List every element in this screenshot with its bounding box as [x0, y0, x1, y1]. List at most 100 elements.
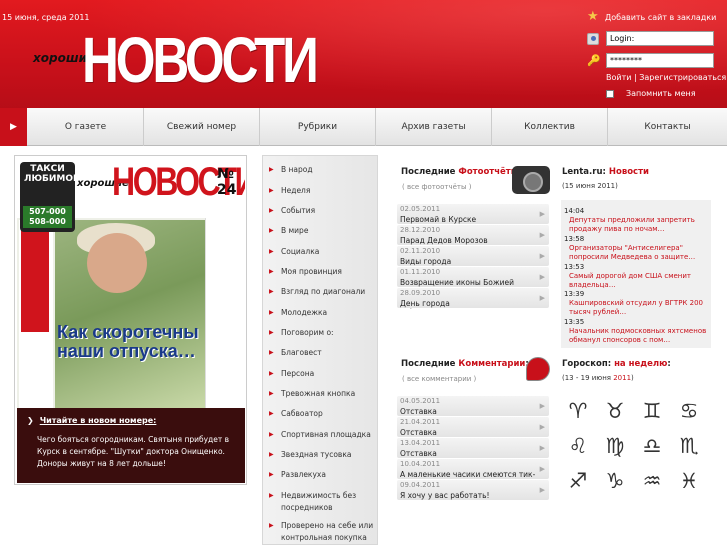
horoscope-title-link[interactable]: на неделю	[614, 359, 667, 369]
row-date: 09.04.2011	[400, 481, 441, 489]
row-date: 02.11.2010	[400, 247, 441, 255]
row-title[interactable]: Отставка	[400, 449, 437, 458]
zodiac-sign-icon[interactable]: ♍	[602, 433, 628, 459]
rubric-item[interactable]: Молодежка	[263, 307, 377, 319]
nav-rubrics[interactable]: Рубрики	[260, 108, 376, 146]
remember-me[interactable]: Запомнить меня	[606, 89, 696, 98]
rubric-item[interactable]: Моя провинция	[263, 266, 377, 278]
lenta-news-item[interactable]: 13:58 Организаторы "Антиселигера" попроси…	[564, 235, 708, 262]
nav-contacts[interactable]: Контакты	[608, 108, 727, 146]
rubric-item[interactable]: Персона	[263, 368, 377, 380]
photos-row[interactable]: 02.05.2011 Первомай в Курске ▶	[397, 204, 549, 224]
rubric-item[interactable]: Неделя	[263, 185, 377, 197]
rubric-item[interactable]: Взгляд по диагонали	[263, 286, 377, 298]
lenta-news-item[interactable]: 13:35 Начальник подмосковных яхтсменов об…	[564, 318, 708, 345]
lenta-text[interactable]: Кашпировский отсудил у ВГТРК 200 тысяч р…	[564, 299, 708, 317]
rubric-item[interactable]: Социалка	[263, 246, 377, 258]
nav-fresh-issue[interactable]: Свежий номер	[144, 108, 260, 146]
rubric-item[interactable]: События	[263, 205, 377, 217]
rubric-item[interactable]: Звездная тусовка	[263, 449, 377, 461]
photos-row[interactable]: 28.09.2010 День города ▶	[397, 288, 549, 308]
all-comments-link[interactable]: ( все комментарии )	[398, 374, 520, 384]
zodiac-sign-icon[interactable]: ♐	[565, 468, 591, 494]
zodiac-sign-icon[interactable]: ♓	[676, 468, 702, 494]
zodiac-sign-icon[interactable]: ♈	[565, 398, 591, 424]
rubric-item[interactable]: Поговорим о:	[263, 327, 377, 339]
photos-row[interactable]: 28.12.2010 Парад Дедов Морозов ▶	[397, 225, 549, 245]
logo-big-text: НОВОСТИ	[82, 24, 319, 96]
row-title[interactable]: Первомай в Курске	[400, 215, 476, 224]
remember-checkbox[interactable]	[606, 89, 614, 98]
rubric-item[interactable]: Тревожная кнопка	[263, 388, 377, 400]
newspaper-cover-image[interactable]: хорошие НОВОСТИ № 24 ТАКСИ ЛЮБИМОЕ 507-0…	[17, 158, 245, 408]
comments-title: Последние Комментарии:	[401, 359, 529, 369]
nav-arrow-icon[interactable]: ▶	[0, 108, 27, 146]
site-header: 15 июня, среда 2011 хорошие НОВОСТИ ★ До…	[0, 0, 727, 112]
zodiac-sign-icon[interactable]: ♎	[639, 433, 665, 459]
lenta-text[interactable]: Депутаты предложили запретить продажу пи…	[564, 216, 708, 234]
zodiac-sign-icon[interactable]: ♉	[602, 398, 628, 424]
lenta-news-item[interactable]: 13:53 Самый дорогой дом США сменит владел…	[564, 263, 708, 290]
photos-row[interactable]: 02.11.2010 Виды города ▶	[397, 246, 549, 266]
row-title[interactable]: День города	[400, 299, 450, 308]
comments-row[interactable]: 21.04.2011 Отставка ▶	[397, 417, 549, 437]
comments-title-link[interactable]: Комментарии	[458, 359, 525, 369]
all-photos-link[interactable]: ( все фотоотчёты )	[398, 182, 510, 192]
row-title[interactable]: Парад Дедов Морозов	[400, 236, 488, 245]
zodiac-sign-icon[interactable]: ♋	[676, 398, 702, 424]
register-link[interactable]: Зарегистрироваться	[639, 73, 726, 82]
taxi-ad: ТАКСИ ЛЮБИМОЕ 507-000 508-000	[20, 162, 79, 232]
rubric-item[interactable]: Спортивная площадка	[263, 429, 377, 441]
photos-title: Последние Фотоотчёты:	[401, 167, 522, 177]
photos-title-link[interactable]: Фотоотчёты	[458, 167, 518, 177]
nav-about[interactable]: О газете	[28, 108, 144, 146]
zodiac-sign-icon[interactable]: ♑	[602, 468, 628, 494]
row-title[interactable]: Отставка	[400, 428, 437, 437]
row-title[interactable]: Я хочу у вас работать!	[400, 491, 490, 500]
zodiac-sign-icon[interactable]: ♌	[565, 433, 591, 459]
login-field[interactable]	[606, 31, 714, 46]
new-issue-summary: Чего бояться огородникам. Святыня прибуд…	[37, 435, 230, 468]
rubric-item[interactable]: Сабвоатор	[263, 408, 377, 420]
login-link[interactable]: Войти	[606, 73, 631, 82]
password-field[interactable]	[606, 53, 714, 68]
lenta-news-item[interactable]: 13:39 Кашпировский отсудил у ВГТРК 200 ты…	[564, 290, 708, 317]
lenta-title-link[interactable]: Новости	[609, 167, 649, 177]
comments-row[interactable]: 10.04.2011 А маленькие часики смеются тик…	[397, 459, 549, 490]
site-logo[interactable]: хорошие НОВОСТИ	[30, 28, 319, 96]
lenta-time: 13:58	[564, 235, 585, 243]
row-title[interactable]: Виды города	[400, 257, 451, 266]
row-title[interactable]: Отставка	[400, 407, 437, 416]
chevron-right-icon: ▶	[539, 465, 545, 473]
chevron-right-icon: ▶	[539, 444, 545, 452]
rubric-item[interactable]: Развлекуха	[263, 469, 377, 481]
zodiac-sign-icon[interactable]: ♊	[639, 398, 665, 424]
add-bookmark-link[interactable]: ★ Добавить сайт в закладки	[587, 10, 716, 23]
lenta-news-item[interactable]: 14:04 Депутаты предложили запретить прода…	[564, 207, 708, 234]
lenta-text[interactable]: Самый дорогой дом США сменит владельца…	[564, 272, 708, 290]
nav-team[interactable]: Коллектив	[492, 108, 608, 146]
chevron-right-icon: ▶	[539, 210, 545, 218]
new-issue-teaser: Читайте в новом номере: Чего бояться ого…	[17, 408, 245, 483]
photos-row[interactable]: 01.11.2010Возвращение иконы Божией Матер…	[397, 267, 549, 309]
chevron-right-icon: ▶	[539, 273, 545, 281]
lenta-text[interactable]: Организаторы "Антиселигера" попросили Ме…	[564, 244, 708, 262]
comments-row[interactable]: 04.05.2011 Отставка ▶	[397, 396, 549, 416]
zodiac-sign-icon[interactable]: ♏	[676, 433, 702, 459]
lenta-time: 13:35	[564, 318, 585, 326]
comments-row[interactable]: 13.04.2011 Отставка ▶	[397, 438, 549, 458]
lenta-text[interactable]: Начальник подмосковных яхтсменов обманул…	[564, 327, 708, 345]
rubrics-sidebar: В народ Неделя События В мире Социалка Моя пр…	[262, 155, 378, 545]
rubric-item[interactable]: В мире	[263, 225, 377, 237]
nav-archive[interactable]: Архив газеты	[376, 108, 492, 146]
rubric-item[interactable]: В народ	[263, 164, 377, 176]
comments-row[interactable]: 09.04.2011 Я хочу у вас работать! ▶	[397, 480, 549, 500]
zodiac-grid: ♈ ♉ ♊ ♋ ♌ ♍ ♎ ♏ ♐ ♑ ♒ ♓	[561, 390, 711, 500]
remember-label: Запомнить меня	[626, 89, 696, 98]
read-new-issue-link[interactable]: Читайте в новом номере:	[27, 416, 157, 425]
zodiac-sign-icon[interactable]: ♒	[639, 468, 665, 494]
current-date: 15 июня, среда 2011	[2, 13, 90, 22]
rubric-item[interactable]: Недвижимость без посредников	[263, 490, 377, 514]
rubric-item[interactable]: Проверено на себе или контрольная покупк…	[263, 520, 377, 544]
rubric-item[interactable]: Благовест	[263, 347, 377, 359]
